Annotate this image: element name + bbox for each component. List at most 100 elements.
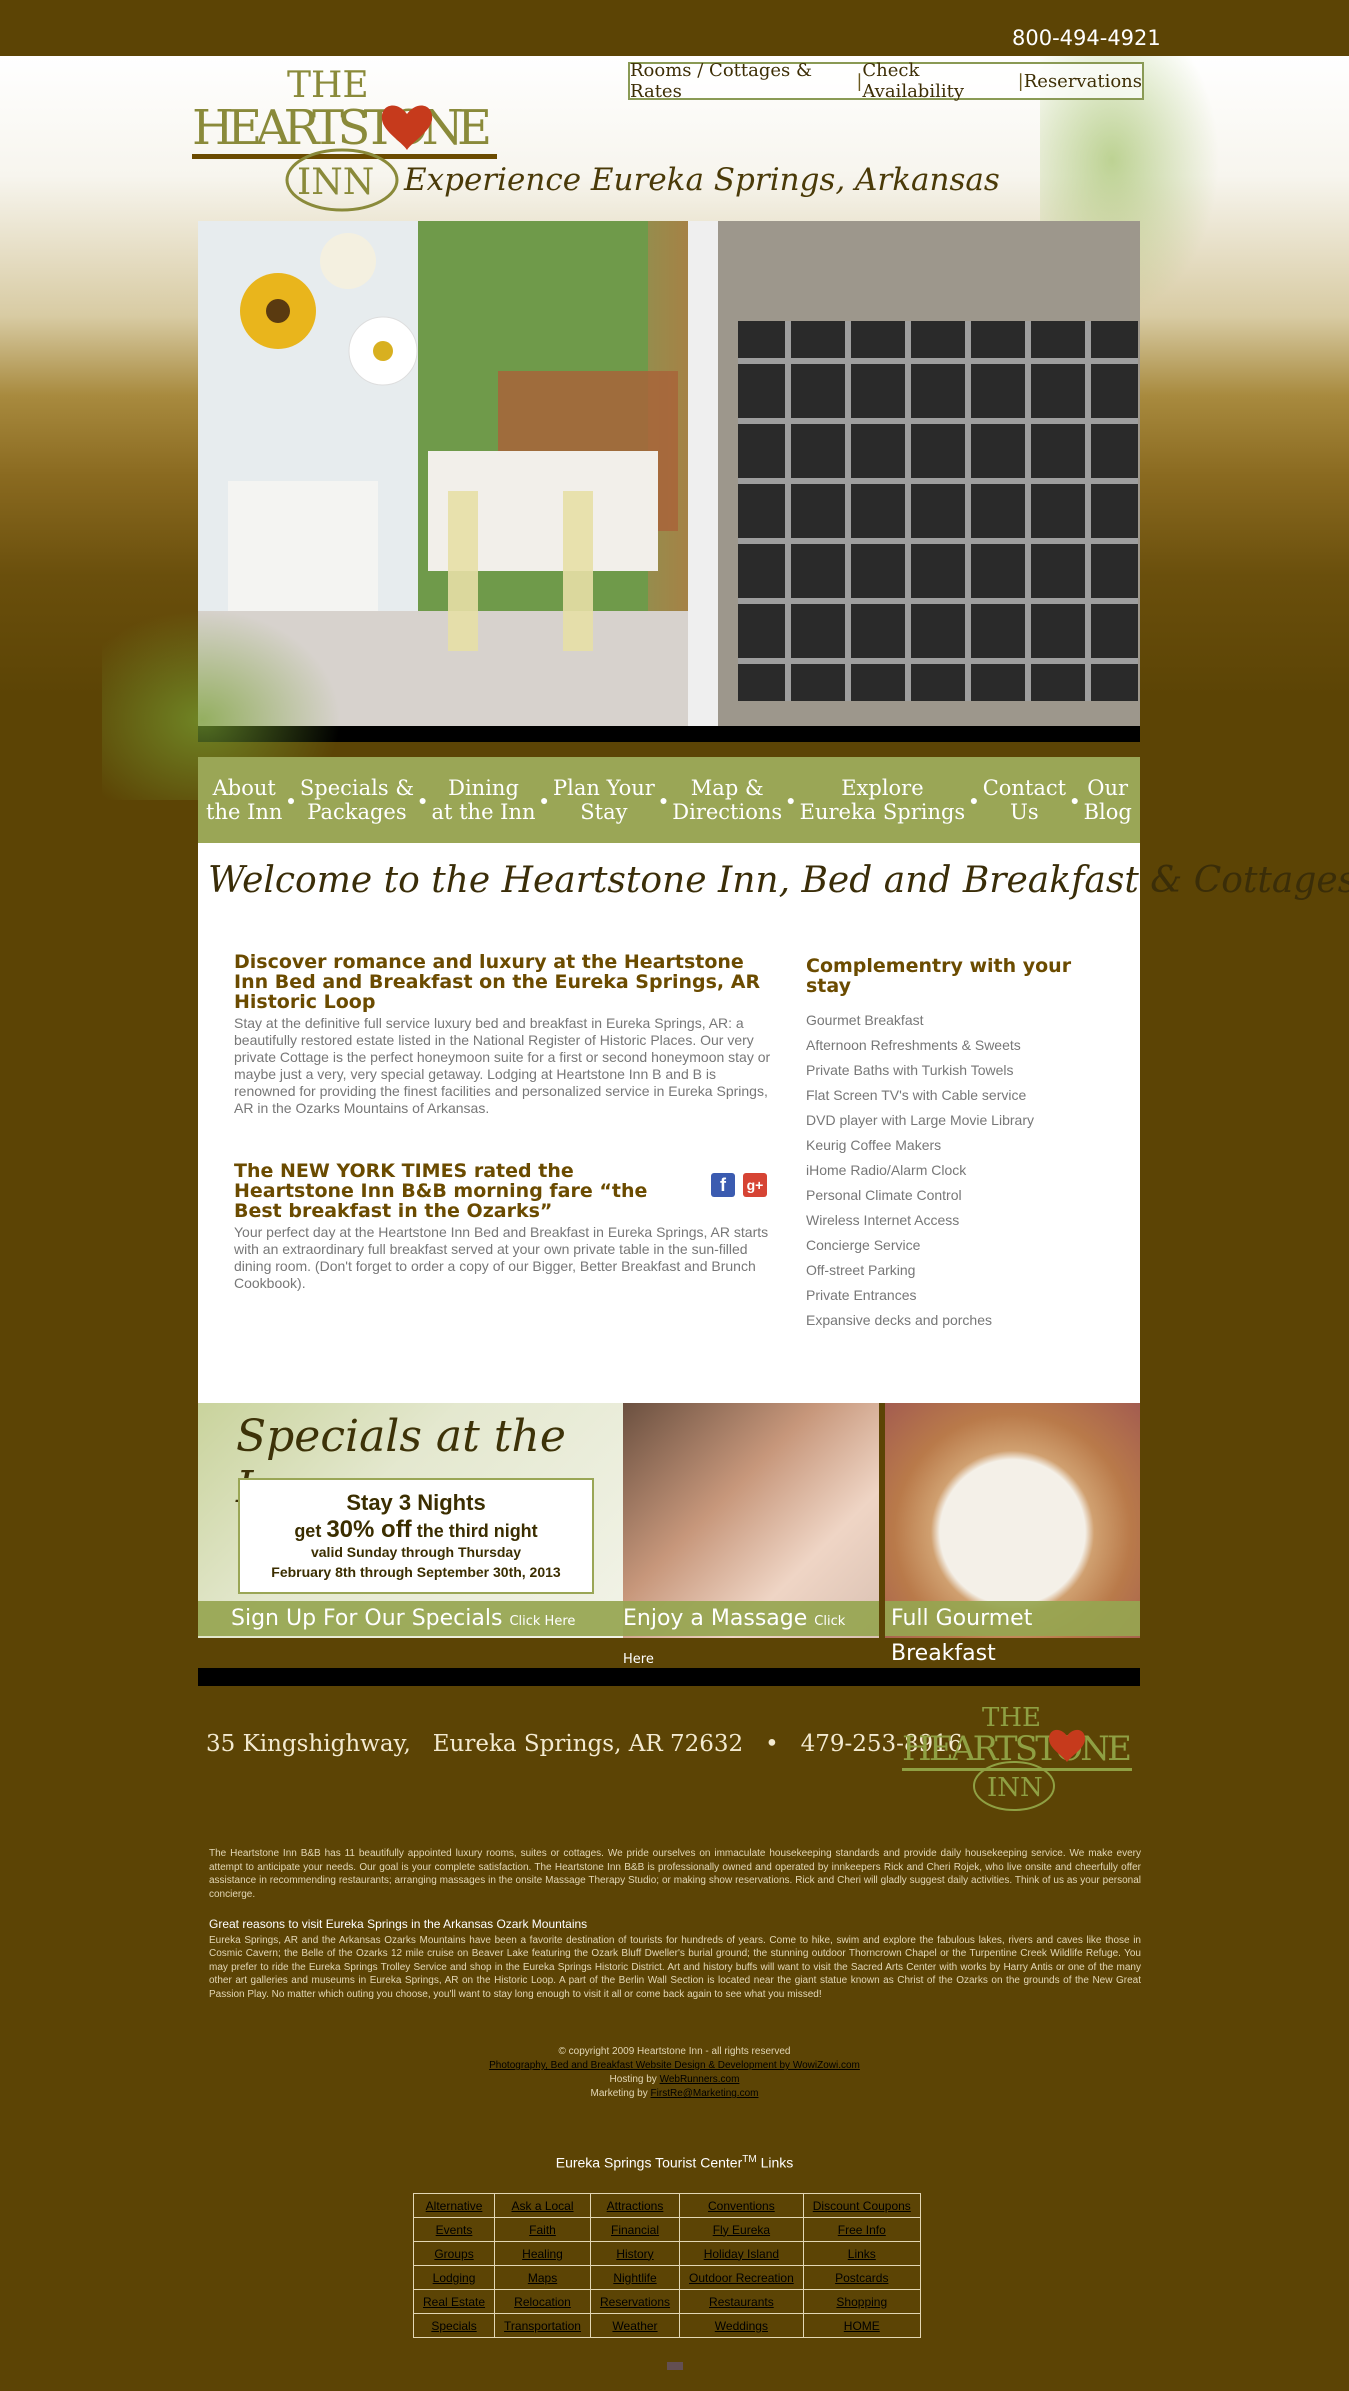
table-cell: Financial xyxy=(589,2217,681,2242)
design-credit-link[interactable]: Photography, Bed and Breakfast Website D… xyxy=(489,2060,860,2071)
table-cell: Fly Eureka xyxy=(679,2217,804,2242)
nav-bullet: ● xyxy=(540,792,549,808)
tourist-link[interactable]: Transportation xyxy=(504,2319,581,2333)
tourist-link[interactable]: Weddings xyxy=(715,2319,768,2333)
table-cell: Events xyxy=(412,2217,496,2242)
nav-plan-line2: Stay xyxy=(580,800,628,824)
tourist-link[interactable]: Fly Eureka xyxy=(713,2223,770,2237)
table-cell: History xyxy=(589,2241,681,2266)
tourist-link[interactable]: Shopping xyxy=(836,2295,887,2309)
table-cell: Transportation xyxy=(494,2313,591,2338)
tourist-link[interactable]: Ask a Local xyxy=(511,2199,573,2213)
tourist-link[interactable]: History xyxy=(616,2247,653,2261)
tourist-link[interactable]: Events xyxy=(436,2223,473,2237)
massage-promo[interactable]: Enjoy a Massage Click Here xyxy=(623,1403,879,1667)
nav-contact[interactable]: Contact Us xyxy=(983,776,1066,824)
table-cell: Healing xyxy=(494,2241,591,2266)
footer-reasons: Great reasons to visit Eureka Springs in… xyxy=(209,1917,1141,2001)
table-cell: Groups xyxy=(412,2241,496,2266)
table-cell: Conventions xyxy=(679,2193,804,2218)
tourist-link[interactable]: Groups xyxy=(434,2247,473,2261)
table-row: Alternative Ask a Local Attractions Conv… xyxy=(412,2193,921,2218)
nav-contact-line2: Us xyxy=(1010,800,1039,824)
nav-about[interactable]: About the Inn xyxy=(206,776,282,824)
specials-offer-box: Stay 3 Nights get 30% off the third nigh… xyxy=(238,1478,594,1594)
nav-plan-stay[interactable]: Plan Your Stay xyxy=(553,776,655,824)
nav-map-line1: Map & xyxy=(690,776,764,800)
reasons-body: Eureka Springs, AR and the Arkansas Ozar… xyxy=(209,1934,1141,2000)
svg-text:HEARTSTONE: HEARTSTONE xyxy=(192,100,492,156)
nav-contact-line1: Contact xyxy=(982,776,1067,800)
nav-dining-line1: Dining xyxy=(448,776,519,800)
tourist-links-label: Links xyxy=(760,2154,794,2171)
tourist-link[interactable]: Conventions xyxy=(708,2199,775,2213)
nav-bullet: ● xyxy=(786,792,796,808)
massage-caption[interactable]: Enjoy a Massage Click Here xyxy=(623,1601,879,1667)
footer-logo[interactable]: THE HEARTSTONE INN xyxy=(902,1698,1138,1816)
topnav-reservations[interactable]: Reservations xyxy=(1024,71,1142,92)
specials-promo[interactable]: Specials at the Inn Stay 3 Nights get 30… xyxy=(198,1403,623,1638)
nav-about-line1: About xyxy=(212,776,276,800)
topnav-rooms[interactable]: Rooms / Cottages & Rates xyxy=(630,60,856,102)
breakfast-promo[interactable]: Full Gourmet Breakfast xyxy=(885,1403,1140,1666)
tourist-link[interactable]: Specials xyxy=(431,2319,476,2333)
table-cell: Weather xyxy=(589,2313,681,2338)
tourist-link[interactable]: Healing xyxy=(522,2247,563,2261)
amenity-item: Private Entrances xyxy=(806,1287,917,1303)
amenity-item: Personal Climate Control xyxy=(806,1187,962,1203)
signup-caption[interactable]: Sign Up For Our Specials Click Here xyxy=(198,1601,623,1636)
tourist-link[interactable]: Outdoor Recreation xyxy=(689,2271,794,2285)
tourist-link[interactable]: Reservations xyxy=(600,2295,670,2309)
nav-map[interactable]: Map & Directions xyxy=(672,776,782,824)
tourist-link[interactable]: Financial xyxy=(611,2223,659,2237)
nav-dining[interactable]: Dining at the Inn xyxy=(431,776,535,824)
hosting-link[interactable]: WebRunners.com xyxy=(660,2074,740,2085)
amenity-item: Keurig Coffee Makers xyxy=(806,1137,942,1153)
nav-explore[interactable]: Explore Eureka Springs xyxy=(800,776,966,824)
heartstone-logo[interactable]: THE HEARTSTONE INN xyxy=(192,62,502,222)
tourist-link[interactable]: Faith xyxy=(529,2223,556,2237)
nav-specials[interactable]: Specials & Packages xyxy=(300,776,414,824)
tourist-link[interactable]: Attractions xyxy=(607,2199,664,2213)
offer-get: get xyxy=(294,1521,322,1541)
facebook-icon[interactable]: f xyxy=(711,1173,735,1197)
tourist-link[interactable]: Restaurants xyxy=(709,2295,774,2309)
copyright-block: © copyright 2009 Heartstone Inn - all ri… xyxy=(0,2045,1349,2101)
topnav-check-availability[interactable]: Check Availability xyxy=(862,60,1017,102)
svg-text:INN: INN xyxy=(297,162,374,203)
tourist-link[interactable]: HOME xyxy=(844,2319,880,2333)
nav-blog[interactable]: Our Blog xyxy=(1084,776,1132,824)
signup-click-here[interactable]: Click Here xyxy=(509,1614,575,1629)
header-phone[interactable]: 800-494-4921 xyxy=(1012,26,1161,50)
table-cell: Outdoor Recreation xyxy=(679,2265,804,2290)
tourist-link[interactable]: Real Estate xyxy=(423,2295,485,2309)
nav-dining-line2: at the Inn xyxy=(431,800,536,824)
offer-line2: get 30% off the third night xyxy=(240,1516,592,1544)
tourist-link[interactable]: Nightlife xyxy=(613,2271,656,2285)
tourist-link[interactable]: Maps xyxy=(528,2271,557,2285)
offer-rest: the third night xyxy=(416,1521,538,1541)
table-cell: Restaurants xyxy=(679,2289,804,2314)
tourist-link[interactable]: Lodging xyxy=(433,2271,476,2285)
tourist-link[interactable]: Alternative xyxy=(426,2199,483,2213)
footer-address: 35 Kingshighway, Eureka Springs, AR 7263… xyxy=(206,1731,962,1757)
tourist-link[interactable]: Free Info xyxy=(838,2223,886,2237)
table-cell: Ask a Local xyxy=(494,2193,591,2218)
tourist-link[interactable]: Links xyxy=(848,2247,876,2261)
tourist-link[interactable]: Relocation xyxy=(514,2295,571,2309)
marketing-link[interactable]: FirstRe@Marketing.com xyxy=(651,2088,759,2099)
nav-bullet: ● xyxy=(659,792,668,808)
google-plus-icon[interactable]: g+ xyxy=(743,1173,767,1197)
table-cell: Faith xyxy=(494,2217,591,2242)
marketing-label: Marketing by xyxy=(590,2088,648,2099)
table-cell: Reservations xyxy=(589,2289,681,2314)
tourist-links-table: Alternative Ask a Local Attractions Conv… xyxy=(412,2193,921,2338)
nav-explore-line1: Explore xyxy=(841,776,924,800)
tourist-link[interactable]: Holiday Island xyxy=(704,2247,779,2261)
tourist-link[interactable]: Discount Coupons xyxy=(813,2199,911,2213)
tourist-link[interactable]: Weather xyxy=(612,2319,657,2333)
tourist-link[interactable]: Postcards xyxy=(835,2271,888,2285)
table-cell: Postcards xyxy=(802,2265,921,2290)
tourist-tm: TM xyxy=(742,2154,757,2165)
table-cell: Discount Coupons xyxy=(802,2193,921,2218)
